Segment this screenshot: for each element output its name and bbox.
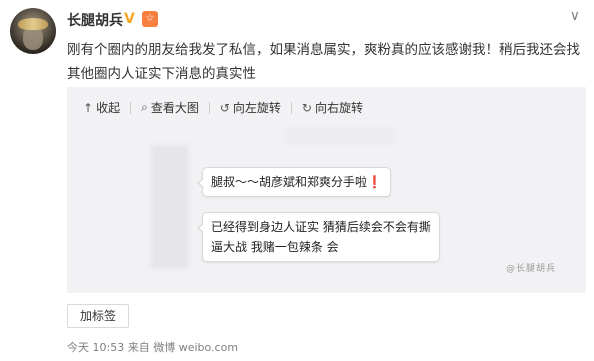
member-level-icon[interactable]: ☆ — [142, 11, 158, 27]
collapse-label: 收起 — [96, 101, 121, 115]
post-text: 刚有个圈内的朋友给我发了私信，如果消息属实，爽粉真的应该感谢我！稍后我还会找其他… — [67, 42, 580, 82]
magnifier-icon: ⌕ — [141, 100, 148, 114]
avatar[interactable] — [10, 8, 56, 54]
toolbar-divider — [208, 101, 210, 114]
expanded-image-panel: ↑ 收起 ⌕ 查看大图 ↺ 向左旋转 ↻ 向右旋转 腿叔～～胡彦斌和郑爽分手啦❗… — [67, 87, 586, 293]
rotate-right-label: 向右旋转 — [314, 101, 363, 115]
view-large-button[interactable]: ⌕ 查看大图 — [141, 99, 199, 116]
source-prefix: 来自 — [127, 341, 150, 354]
toolbar-divider — [290, 101, 292, 114]
post-meta: 今天 10:53 来自 微博 weibo.com — [67, 339, 238, 355]
blurred-header — [285, 127, 395, 145]
arrow-up-icon: ↑ — [83, 100, 94, 115]
chevron-down-icon[interactable]: ∨ — [570, 8, 580, 24]
image-watermark: @长腿胡兵 — [505, 264, 556, 274]
rotate-left-button[interactable]: ↺ 向左旋转 — [220, 99, 281, 116]
collapse-button[interactable]: ↑ 收起 — [83, 99, 120, 116]
rotate-left-icon: ↺ — [219, 100, 230, 115]
view-large-label: 查看大图 — [150, 101, 199, 115]
chat-screenshot[interactable]: 腿叔～～胡彦斌和郑爽分手啦❗ 已经得到身边人证实 猜猜后续会不会有撕逼大战 我赌… — [145, 127, 465, 269]
verified-icon[interactable]: V — [124, 11, 135, 27]
toolbar-divider — [130, 101, 132, 114]
rotate-right-icon: ↻ — [301, 100, 312, 115]
chat-bubble: 腿叔～～胡彦斌和郑爽分手啦❗ — [197, 167, 391, 197]
chat-bubble: 已经得到身边人证实 猜猜后续会不会有撕逼大战 我赌一包辣条 会 — [197, 212, 440, 262]
user-name[interactable]: 长腿胡兵 — [67, 10, 123, 30]
post-time[interactable]: 今天 10:53 — [67, 341, 124, 354]
add-tag-button[interactable]: 加标签 — [67, 304, 129, 328]
image-toolbar: ↑ 收起 ⌕ 查看大图 ↺ 向左旋转 ↻ 向右旋转 — [83, 99, 363, 116]
blurred-avatar — [151, 145, 189, 269]
rotate-right-button[interactable]: ↻ 向右旋转 — [302, 99, 363, 116]
rotate-left-label: 向左旋转 — [232, 101, 281, 115]
avatar-mask — [18, 18, 48, 30]
post-source[interactable]: 微博 weibo.com — [153, 341, 238, 354]
